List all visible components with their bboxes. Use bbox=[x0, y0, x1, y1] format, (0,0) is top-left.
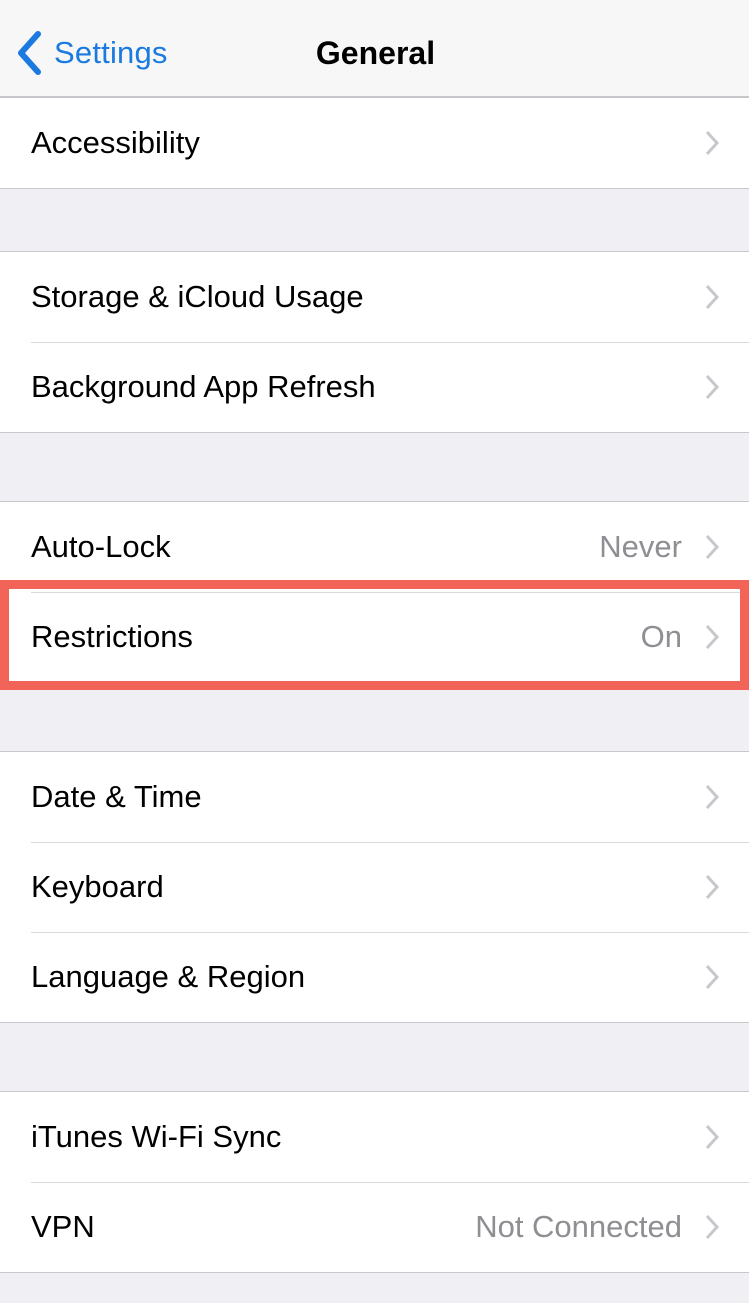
chevron-right-icon bbox=[705, 624, 720, 650]
settings-group-3: Auto-Lock Never Restrictions On bbox=[0, 501, 749, 683]
settings-group-4: Date & Time Keyboard Language & Region bbox=[0, 751, 749, 1023]
row-vpn[interactable]: VPN Not Connected bbox=[0, 1182, 749, 1272]
page-title: General bbox=[315, 34, 436, 71]
row-label: Date & Time bbox=[31, 779, 202, 814]
row-keyboard[interactable]: Keyboard bbox=[0, 842, 749, 932]
row-label: Restrictions bbox=[31, 619, 193, 654]
row-label: Keyboard bbox=[31, 869, 164, 904]
row-value: On bbox=[640, 619, 682, 654]
row-accessibility[interactable]: Accessibility bbox=[0, 98, 749, 188]
chevron-right-icon bbox=[705, 784, 720, 810]
chevron-right-icon bbox=[705, 964, 720, 990]
row-itunes-wifi-sync[interactable]: iTunes Wi-Fi Sync bbox=[0, 1092, 749, 1182]
row-language-region[interactable]: Language & Region bbox=[0, 932, 749, 1022]
row-label: Auto-Lock bbox=[31, 529, 171, 564]
settings-group-2: Storage & iCloud Usage Background App Re… bbox=[0, 251, 749, 433]
row-date-time[interactable]: Date & Time bbox=[0, 752, 749, 842]
row-label: iTunes Wi-Fi Sync bbox=[31, 1119, 282, 1154]
settings-group-1: Accessibility bbox=[0, 97, 749, 189]
chevron-right-icon bbox=[705, 1214, 720, 1240]
row-label: Storage & iCloud Usage bbox=[31, 279, 364, 314]
row-label: VPN bbox=[31, 1209, 95, 1244]
row-label: Background App Refresh bbox=[31, 369, 376, 404]
chevron-right-icon bbox=[705, 534, 720, 560]
row-auto-lock[interactable]: Auto-Lock Never bbox=[0, 502, 749, 592]
row-background-app-refresh[interactable]: Background App Refresh bbox=[0, 342, 749, 432]
chevron-right-icon bbox=[705, 874, 720, 900]
row-value: Never bbox=[599, 529, 682, 564]
row-restrictions[interactable]: Restrictions On bbox=[0, 592, 749, 682]
row-label: Language & Region bbox=[31, 959, 306, 994]
chevron-right-icon bbox=[705, 374, 720, 400]
chevron-right-icon bbox=[705, 1124, 720, 1150]
row-value: Not Connected bbox=[475, 1209, 682, 1244]
navigation-bar: Settings General bbox=[0, 0, 749, 97]
row-label: Accessibility bbox=[31, 125, 200, 160]
chevron-right-icon bbox=[705, 130, 720, 156]
settings-group-5: iTunes Wi-Fi Sync VPN Not Connected bbox=[0, 1091, 749, 1273]
chevron-right-icon bbox=[705, 284, 720, 310]
row-storage-icloud-usage[interactable]: Storage & iCloud Usage bbox=[0, 252, 749, 342]
